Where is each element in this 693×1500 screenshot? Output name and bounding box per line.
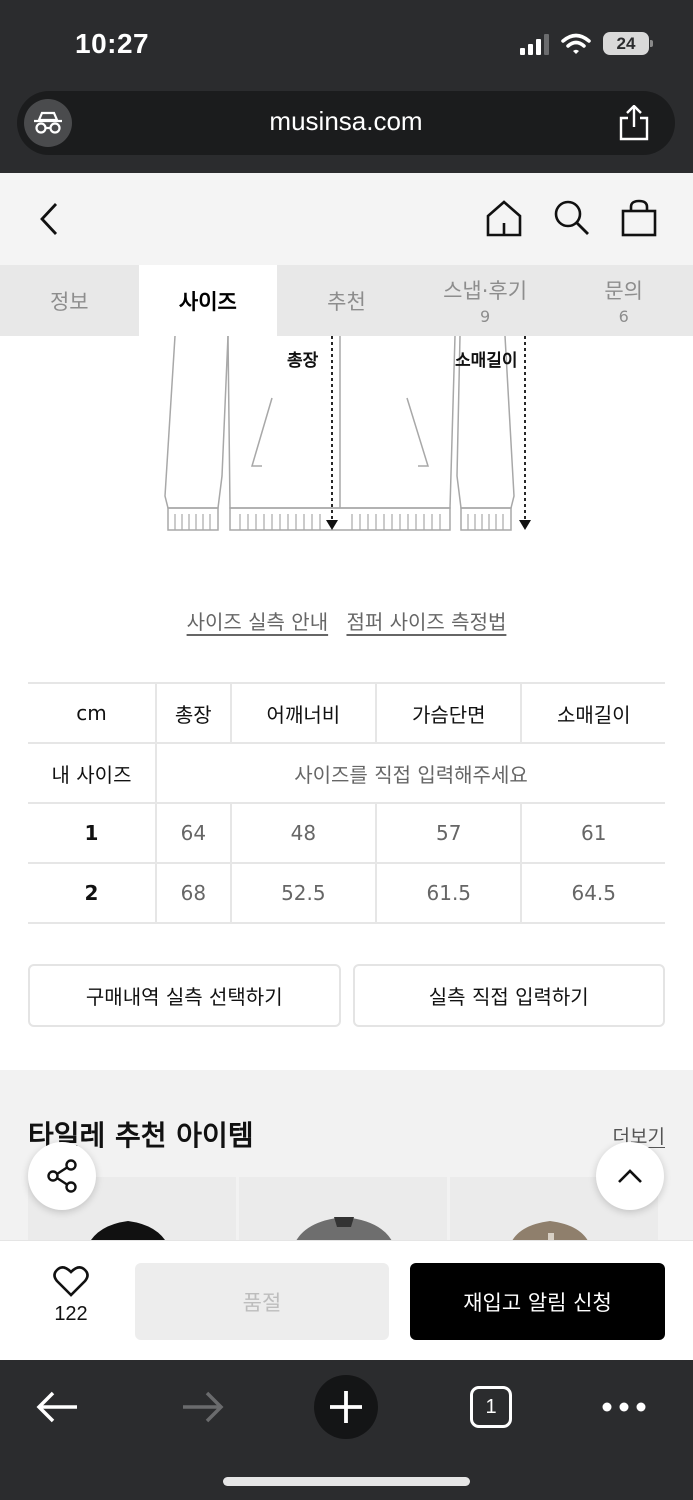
table-row: 2 68 52.5 61.5 64.5 <box>28 863 665 924</box>
browser-back-button[interactable] <box>30 1374 84 1440</box>
size-cell: 2 <box>28 863 157 924</box>
value-cell: 64.5 <box>521 863 665 924</box>
scroll-top-button[interactable] <box>596 1142 664 1210</box>
tab-snap-review[interactable]: 스냅·후기 9 <box>416 265 555 336</box>
chevron-up-icon <box>618 1169 642 1183</box>
like-button[interactable]: 122 <box>38 1265 104 1326</box>
recommend-section: 타일레 추천 아이템 더보기 <box>0 1070 693 1245</box>
tabs-icon: 1 <box>470 1386 512 1428</box>
battery-icon: 24 <box>603 32 653 55</box>
status-time: 10:27 <box>75 28 150 59</box>
status-indicators: 24 <box>520 32 653 55</box>
wifi-icon <box>561 33 591 54</box>
tabs-button[interactable]: 1 <box>468 1374 514 1440</box>
value-cell: 57 <box>376 803 523 864</box>
review-count: 9 <box>479 307 491 326</box>
my-size-label: 내 사이즈 <box>28 743 157 804</box>
share-nodes-icon <box>47 1159 77 1193</box>
signal-icon <box>520 33 549 55</box>
tab-count: 1 <box>485 1395 497 1418</box>
browser-top-bar: 10:27 24 musinsa.com <box>0 0 693 173</box>
value-cell: 61.5 <box>376 863 523 924</box>
home-icon[interactable] <box>485 199 523 237</box>
product-tabs: 정보 사이즈 추천 스냅·후기 9 문의 6 <box>0 265 693 336</box>
select-purchase-history-button[interactable]: 구매내역 실측 선택하기 <box>28 964 341 1027</box>
product-thumbnail[interactable] <box>239 1177 447 1245</box>
restock-alert-button[interactable]: 재입고 알림 신청 <box>410 1263 665 1340</box>
size-cell: 1 <box>28 803 157 864</box>
soldout-button[interactable]: 품절 <box>135 1263 389 1340</box>
like-count: 122 <box>54 1303 88 1325</box>
browser-forward-button[interactable] <box>176 1374 230 1440</box>
length-label: 총장 <box>287 351 319 371</box>
sleeve-label: 소매길이 <box>455 351 518 371</box>
share-button[interactable] <box>28 1142 96 1210</box>
table-row: 1 64 48 57 61 <box>28 803 665 864</box>
more-options-button[interactable] <box>598 1374 650 1440</box>
value-cell: 48 <box>230 803 378 864</box>
url-text[interactable]: musinsa.com <box>17 106 675 137</box>
direct-input-button[interactable]: 실측 직접 입력하기 <box>352 964 665 1027</box>
jacket-illustration <box>164 336 531 531</box>
plus-icon <box>314 1375 378 1439</box>
column-header: 가슴단면 <box>376 682 523 744</box>
home-indicator <box>223 1477 470 1486</box>
column-header: 총장 <box>156 682 232 744</box>
column-header: 어깨너비 <box>230 682 378 744</box>
size-guide-links: 사이즈 실측 안내 점퍼 사이즈 측정법 <box>0 606 693 635</box>
tab-info[interactable]: 정보 <box>0 265 139 336</box>
recommend-thumbnails <box>28 1177 693 1245</box>
browser-bottom-bar: 1 <box>0 1360 693 1500</box>
tab-size[interactable]: 사이즈 <box>138 265 278 336</box>
column-header: 소매길이 <box>521 682 665 744</box>
address-bar[interactable]: musinsa.com <box>17 91 675 155</box>
ellipsis-icon <box>602 1402 646 1412</box>
back-arrow-icon[interactable] <box>36 201 62 237</box>
arrow-right-icon <box>183 1391 224 1423</box>
heart-icon <box>53 1266 89 1297</box>
table-header-row: cm 총장 어깨너비 가슴단면 소매길이 <box>28 682 665 744</box>
size-guide-link[interactable]: 사이즈 실측 안내 <box>187 610 329 634</box>
unit-header: cm <box>28 682 157 744</box>
size-diagram: 총장 소매길이 <box>0 336 693 556</box>
new-tab-button[interactable] <box>313 1374 379 1440</box>
tab-recommend[interactable]: 추천 <box>277 265 416 336</box>
value-cell: 64 <box>156 803 232 864</box>
share-icon[interactable] <box>618 105 650 141</box>
app-header <box>0 173 693 265</box>
value-cell: 61 <box>521 803 665 864</box>
measure-actions: 구매내역 실측 선택하기 실측 직접 입력하기 <box>28 964 665 1027</box>
value-cell: 68 <box>156 863 232 924</box>
value-cell: 52.5 <box>230 863 378 924</box>
my-size-prompt[interactable]: 사이즈를 직접 입력해주세요 <box>156 743 665 804</box>
size-table: cm 총장 어깨너비 가슴단면 소매길이 내 사이즈 사이즈를 직접 입력해주세… <box>28 682 665 924</box>
my-size-row[interactable]: 내 사이즈 사이즈를 직접 입력해주세요 <box>28 743 665 804</box>
qna-count: 6 <box>618 307 629 326</box>
measure-method-link[interactable]: 점퍼 사이즈 측정법 <box>346 610 506 634</box>
tab-qna[interactable]: 문의 6 <box>554 265 693 336</box>
shopping-bag-icon[interactable] <box>621 199 657 237</box>
purchase-bar: 122 품절 재입고 알림 신청 <box>0 1240 693 1360</box>
search-icon[interactable] <box>553 199 591 237</box>
arrow-left-icon <box>36 1391 77 1423</box>
